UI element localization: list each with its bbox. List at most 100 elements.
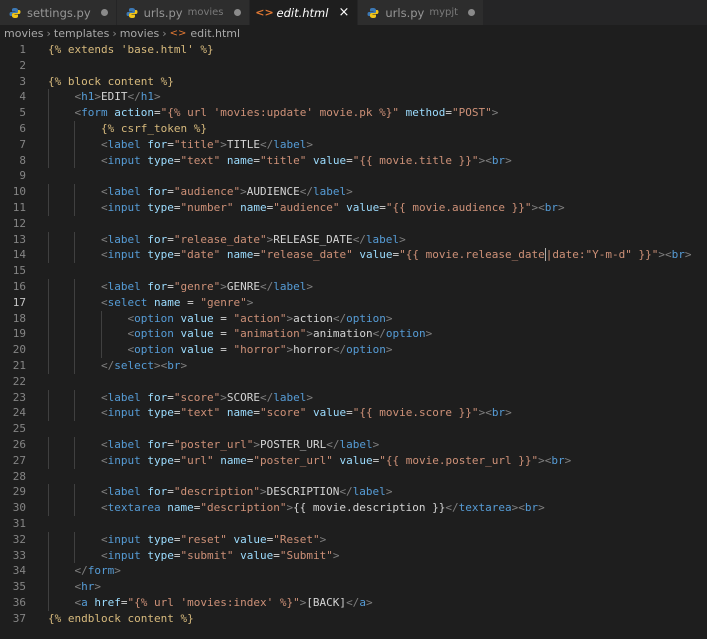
indent-guide <box>74 484 76 501</box>
code-line[interactable]: 9 <box>0 168 707 184</box>
code-line[interactable]: 8 <input type="text" name="title" value=… <box>0 152 707 169</box>
token-txt: = <box>213 311 234 325</box>
breadcrumb-item[interactable]: templates <box>54 27 109 40</box>
code-line[interactable]: 12 <box>0 216 707 232</box>
code-line[interactable]: 1 {% extends 'base.html' %} <box>0 42 707 58</box>
line-number: 22 <box>12 374 26 388</box>
token-punc: > <box>564 453 572 467</box>
token-punc: < <box>518 501 525 515</box>
code-line[interactable]: 36 <a href="{% url 'movies:index' %}">[B… <box>0 594 707 611</box>
line-number: 5 <box>19 106 26 120</box>
tab-settings-py[interactable]: settings.py <box>0 0 117 25</box>
code-line[interactable]: 34 </form> <box>0 563 707 580</box>
close-icon[interactable]: × <box>338 5 349 20</box>
code-line[interactable]: 18 <option value = "action">action</opti… <box>0 310 707 327</box>
code-line[interactable]: 6 {% csrf_token %} <box>0 120 707 137</box>
code-line[interactable]: 11 <input type="number" name="audience" … <box>0 199 707 216</box>
code-line[interactable]: 24 <input type="text" name="score" value… <box>0 405 707 422</box>
token-attr: name <box>153 295 181 309</box>
breadcrumb-item[interactable]: edit.html <box>190 27 240 40</box>
token-tpl: {% block content %} <box>48 74 174 88</box>
line-number: 35 <box>12 580 26 594</box>
code-line[interactable]: 29 <label for="description">DESCRIPTION<… <box>0 484 707 501</box>
token-txt: = <box>167 137 174 151</box>
code-line[interactable]: 17 <select name = "genre"> <box>0 294 707 311</box>
code-line[interactable]: 31 <box>0 516 707 532</box>
code-line[interactable]: 3 {% block content %} <box>0 74 707 90</box>
breadcrumb-item[interactable]: movies <box>120 27 160 40</box>
code-line[interactable]: 16 <label for="genre">GENRE</label> <box>0 278 707 295</box>
token-tag: label <box>107 390 141 404</box>
tab-edit-html[interactable]: <> edit.html × <box>249 0 359 25</box>
indent-guide <box>74 231 76 248</box>
code-content: <input type="url" name="poster_url" valu… <box>48 452 572 469</box>
code-line[interactable]: 14 <input type="date" name="release_date… <box>0 247 707 264</box>
tab-urls-py[interactable]: urls.py mypjt <box>358 0 485 25</box>
code-line[interactable]: 27 <input type="url" name="poster_url" v… <box>0 452 707 469</box>
code-line[interactable]: 25 <box>0 421 707 437</box>
code-content: <textarea name="description">{{ movie.de… <box>48 500 545 516</box>
token-punc: > <box>94 90 101 104</box>
token-punc: < <box>100 437 108 451</box>
token-attr: type <box>147 406 174 420</box>
token-punc: </ <box>127 90 141 104</box>
code-content: </form> <box>48 563 121 580</box>
token-str: "date" <box>180 248 221 262</box>
token-punc: < <box>100 501 108 515</box>
token-txt: = <box>213 327 234 341</box>
token-punc: > <box>240 185 247 199</box>
unsaved-dot-icon[interactable] <box>100 9 108 16</box>
code-line[interactable]: 23 <label for="score">SCORE</label> <box>0 389 707 406</box>
code-line[interactable]: 37 {% endblock content %} <box>0 611 707 627</box>
code-content: {% csrf_token %} <box>48 120 207 137</box>
code-line[interactable]: 4 <h1>EDIT</h1> <box>0 89 707 106</box>
code-content: <input type="number" name="audience" val… <box>48 199 565 216</box>
code-line[interactable]: 13 <label for="release_date">RELEASE_DAT… <box>0 231 707 248</box>
code-line[interactable]: 30 <textarea name="description">{{ movie… <box>0 500 707 516</box>
token-punc: </ <box>74 564 88 578</box>
code-line[interactable]: 33 <input type="submit" value="Submit"> <box>0 547 707 564</box>
token-tag: input <box>107 406 141 420</box>
line-number: 37 <box>12 611 26 625</box>
code-line[interactable]: 22 <box>0 374 707 390</box>
code-line[interactable]: 28 <box>0 469 707 485</box>
token-attr: for <box>147 232 168 246</box>
code-line[interactable]: 10 <label for="audience">AUDIENCE</label… <box>0 184 707 200</box>
code-line[interactable]: 20 <option value = "horror">horror</opti… <box>0 342 707 358</box>
line-number: 2 <box>19 58 26 72</box>
code-line[interactable]: 26 <label for="poster_url">POSTER_URL</l… <box>0 436 707 453</box>
token-punc: > <box>425 327 433 341</box>
code-line[interactable]: 35 <hr> <box>0 579 707 595</box>
token-str: "poster_url" <box>173 437 254 451</box>
token-str: "description" <box>173 485 260 499</box>
unsaved-dot-icon[interactable] <box>233 9 241 16</box>
token-str: "{{ movie.release_date <box>399 248 545 262</box>
code-editor[interactable]: 1 {% extends 'base.html' %} 2 3 {% block con… <box>0 42 707 626</box>
unsaved-dot-icon[interactable] <box>468 9 476 16</box>
code-line[interactable]: 7 <label for="title">TITLE</label> <box>0 136 707 153</box>
tab-urls-py[interactable]: urls.py movies <box>116 0 250 25</box>
token-attr: name <box>226 153 254 167</box>
token-str: "Reset" <box>273 532 320 546</box>
token-tag: a <box>359 595 366 609</box>
token-txt: = <box>167 279 174 293</box>
code-line[interactable]: 15 <box>0 263 707 279</box>
code-line[interactable]: 32 <input type="reset" value="Reset"> <box>0 531 707 548</box>
breadcrumb-item[interactable]: movies <box>4 27 44 40</box>
code-line[interactable]: 5 <form action="{% url 'movies:update' m… <box>0 105 707 121</box>
token-attr: for <box>147 437 168 451</box>
code-line[interactable]: 19 <option value = "animation">animation… <box>0 326 707 343</box>
code-line[interactable]: 2 <box>0 58 707 74</box>
indent-guide <box>48 484 49 501</box>
token-punc: > <box>94 580 101 594</box>
code-line[interactable]: 21 </select><br> <box>0 357 707 374</box>
token-attr: value <box>346 200 380 214</box>
token-punc: < <box>100 185 108 199</box>
token-punc: </ <box>352 232 366 246</box>
token-txt: = <box>167 390 174 404</box>
indent-guide <box>48 547 49 564</box>
line-number: 11 <box>12 200 26 214</box>
token-punc: > <box>332 548 340 562</box>
